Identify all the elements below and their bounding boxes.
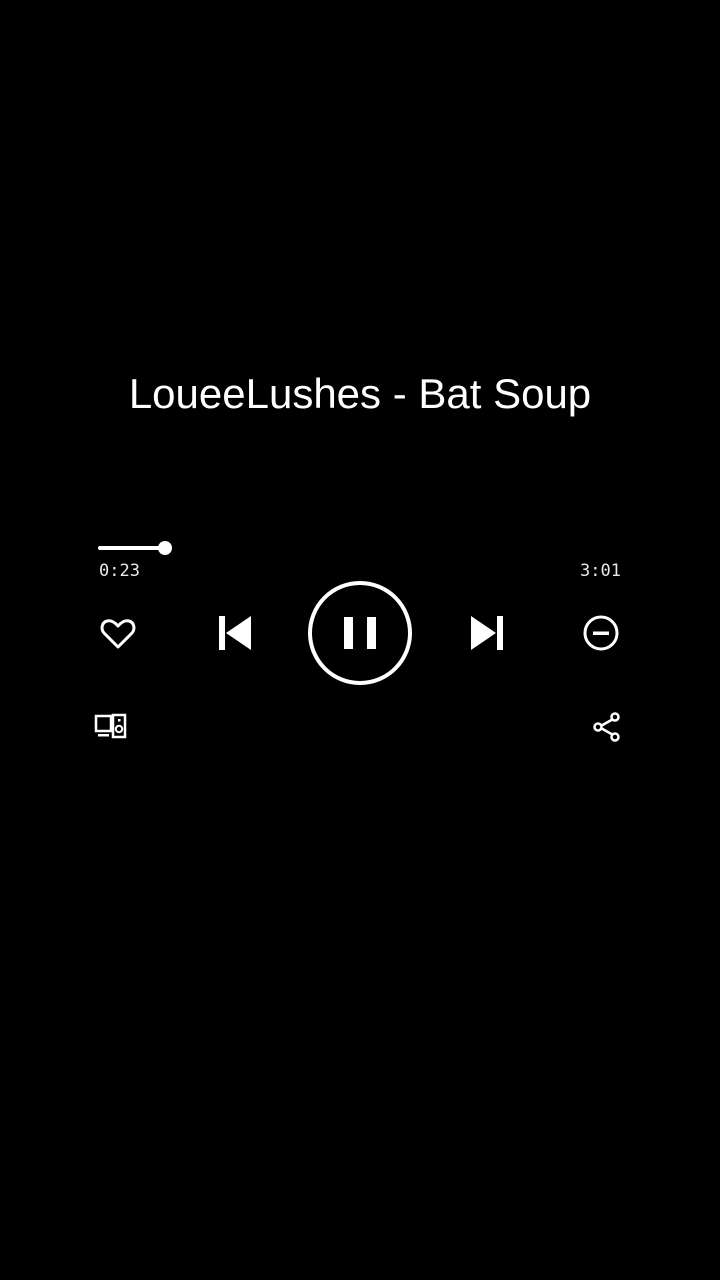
hide-song-button[interactable]: [578, 610, 624, 656]
heart-icon: [100, 619, 136, 649]
track-title: LoueeLushes - Bat Soup: [128, 370, 592, 417]
progress-knob[interactable]: [157, 541, 172, 555]
pause-button[interactable]: [306, 579, 414, 687]
like-button[interactable]: [96, 612, 140, 656]
next-track-button[interactable]: [464, 610, 510, 656]
skip-previous-icon: [219, 616, 251, 650]
progress-fill: [98, 546, 165, 550]
connect-device-button[interactable]: [92, 709, 130, 745]
progress-bar[interactable]: [98, 541, 622, 555]
skip-next-icon: [471, 616, 503, 650]
total-duration: 3:01: [580, 561, 621, 581]
connect-device-icon: [94, 713, 127, 739]
pause-icon: [308, 581, 412, 685]
share-button[interactable]: [588, 708, 626, 746]
elapsed-time: 0:23: [99, 561, 140, 581]
share-icon: [593, 712, 620, 742]
previous-track-button[interactable]: [212, 610, 258, 656]
minus-circle-icon: [583, 615, 619, 651]
